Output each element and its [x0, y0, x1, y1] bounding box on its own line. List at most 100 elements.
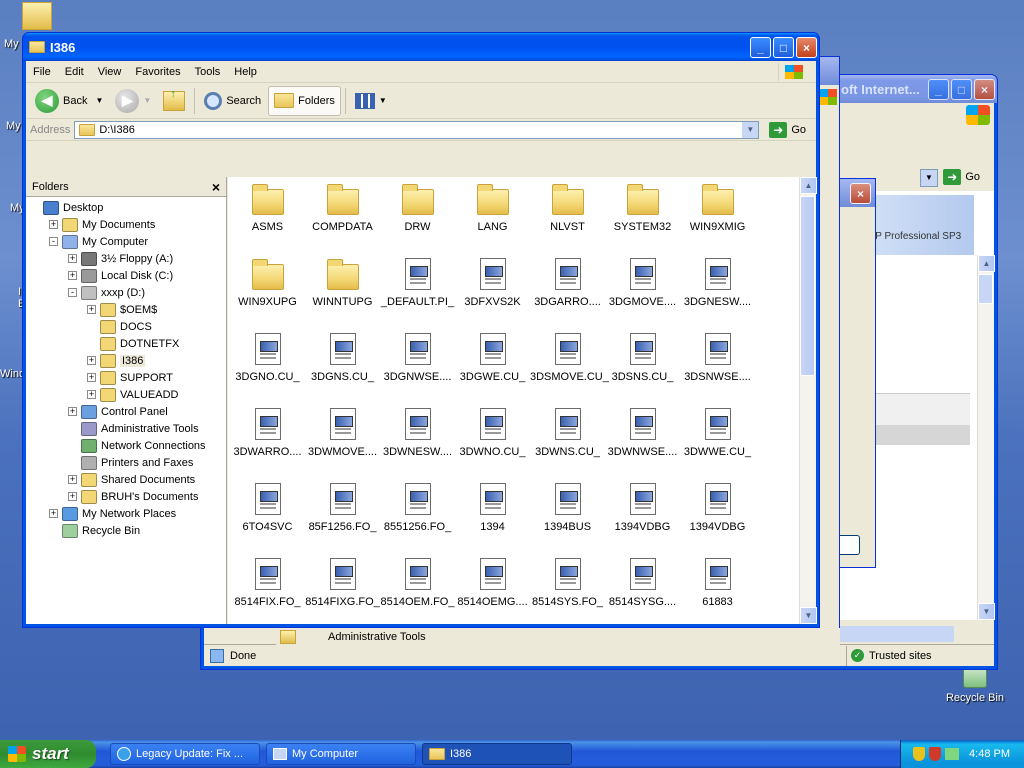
tree-item[interactable]: - xxxp (D:) [26, 284, 226, 301]
tree-item[interactable]: - My Computer [26, 233, 226, 250]
file-item[interactable]: 3DGMOVE.... [605, 254, 680, 329]
expand-icon[interactable]: + [49, 220, 58, 229]
ie-scroll-thumb[interactable] [978, 274, 993, 304]
file-item[interactable]: 8514OEM.FO_ [380, 554, 455, 627]
file-item[interactable]: 1394BUS [530, 479, 605, 554]
views-button[interactable]: ▼ [350, 86, 392, 116]
folder-item[interactable]: NLVST [530, 179, 605, 254]
ie-vscrollbar[interactable]: ▲ ▼ [977, 255, 995, 620]
file-item[interactable]: 8514SYS.FO_ [530, 554, 605, 627]
ie-scroll-up-button[interactable]: ▲ [978, 255, 995, 272]
folders-pane-close-icon[interactable]: × [212, 179, 220, 195]
file-item[interactable]: 8551256.FO_ [380, 479, 455, 554]
expand-icon[interactable]: + [87, 356, 96, 365]
file-item[interactable]: 3DWMOVE.... [305, 404, 380, 479]
expand-icon[interactable]: + [68, 271, 77, 280]
tree-item[interactable]: + Shared Documents [26, 471, 226, 488]
network-icon[interactable] [945, 748, 960, 760]
tree-item[interactable]: + BRUH's Documents [26, 488, 226, 505]
file-item[interactable]: 8514FIX.FO_ [230, 554, 305, 627]
expand-icon[interactable]: + [68, 492, 77, 501]
go-button[interactable]: ➜ Go [763, 121, 812, 138]
file-item[interactable]: 3DFXVS2K [455, 254, 530, 329]
menu-edit[interactable]: Edit [58, 66, 91, 78]
forward-dropdown-icon[interactable]: ▼ [143, 96, 151, 105]
expand-icon[interactable]: + [68, 475, 77, 484]
file-item[interactable]: 3DGNWSE.... [380, 329, 455, 404]
tree-item[interactable]: Network Connections [26, 437, 226, 454]
scroll-thumb[interactable] [800, 196, 815, 376]
file-item[interactable]: 3DWNS.CU_ [530, 404, 605, 479]
address-dropdown-icon[interactable]: ▼ [742, 121, 759, 138]
file-item[interactable]: 85F1256.FO_ [305, 479, 380, 554]
file-item[interactable]: 6TO4SVC [230, 479, 305, 554]
tree-item[interactable]: +3½ Floppy (A:) [26, 250, 226, 267]
search-button[interactable]: Search [199, 86, 266, 116]
tree-item[interactable]: + My Network Places [26, 505, 226, 522]
expand-icon[interactable]: + [49, 509, 58, 518]
menu-file[interactable]: File [26, 66, 58, 78]
collapse-icon[interactable]: - [68, 288, 77, 297]
ie-hscrollbar[interactable] [840, 626, 954, 642]
file-item[interactable]: 1394VDBG [680, 479, 755, 554]
tree-item[interactable]: + Control Panel [26, 403, 226, 420]
desktop-fragment-1[interactable]: My [4, 38, 19, 50]
start-button[interactable]: start [0, 740, 96, 768]
tree-item[interactable]: + $OEM$ [26, 301, 226, 318]
expand-icon[interactable]: + [87, 305, 96, 314]
dialog-close-button[interactable]: × [850, 183, 871, 204]
folder-item[interactable]: DRW [380, 179, 455, 254]
desktop-fragment-4[interactable]: I [18, 286, 21, 298]
ie-maximize-button[interactable]: □ [951, 79, 972, 100]
scroll-down-button[interactable]: ▼ [800, 607, 817, 624]
tree-item[interactable]: + My Documents [26, 216, 226, 233]
desktop-fragment-2[interactable]: My [6, 120, 21, 132]
address-input[interactable]: D:\I386 ▼ [74, 120, 760, 139]
file-item[interactable]: 8514OEMG.... [455, 554, 530, 627]
desktop-icon-top[interactable] [22, 2, 52, 30]
menu-tools[interactable]: Tools [188, 66, 228, 78]
folders-button[interactable]: Folders [268, 85, 341, 116]
file-item[interactable]: 1394VDBG [605, 479, 680, 554]
task-legacy-update[interactable]: Legacy Update: Fix ... [110, 743, 260, 765]
tree-item[interactable]: + I386 [26, 352, 226, 369]
file-item[interactable]: 3DSMOVE.CU_ [530, 329, 609, 404]
file-item[interactable]: 1394 [455, 479, 530, 554]
folder-item[interactable]: LANG [455, 179, 530, 254]
expand-icon[interactable]: + [68, 407, 77, 416]
file-item[interactable]: 3DSNS.CU_ [605, 329, 680, 404]
ie-close-button[interactable]: × [974, 79, 995, 100]
menu-favorites[interactable]: Favorites [128, 66, 187, 78]
dialog-button[interactable] [840, 535, 860, 555]
tree-item[interactable]: + Local Disk (C:) [26, 267, 226, 284]
file-item[interactable]: _DEFAULT.PI_ [380, 254, 455, 329]
scroll-up-button[interactable]: ▲ [800, 177, 817, 194]
close-button[interactable]: × [796, 37, 817, 58]
tree-item[interactable]: Printers and Faxes [26, 454, 226, 471]
back-dropdown-icon[interactable]: ▼ [95, 96, 103, 105]
menu-view[interactable]: View [91, 66, 129, 78]
tree-item[interactable]: + VALUEADD [26, 386, 226, 403]
minimize-button[interactable]: _ [750, 37, 771, 58]
security-shield-icon[interactable] [913, 747, 926, 761]
file-item[interactable]: 3DGNS.CU_ [305, 329, 380, 404]
expand-icon[interactable]: + [87, 373, 96, 382]
file-item[interactable]: 3DGNESW.... [680, 254, 755, 329]
expand-icon[interactable]: + [87, 390, 96, 399]
file-item[interactable]: 3DGARRO.... [530, 254, 605, 329]
file-view-vscrollbar[interactable]: ▲ ▼ [799, 177, 817, 624]
ie-go-button[interactable]: ➜ Go [937, 169, 986, 185]
folder-item[interactable]: WINNTUPG [305, 254, 380, 329]
folder-item[interactable]: SYSTEM32 [605, 179, 680, 254]
tree-item[interactable]: DOCS [26, 318, 226, 335]
maximize-button[interactable]: □ [773, 37, 794, 58]
file-item[interactable]: 3DWNESW.... [380, 404, 455, 479]
tree-item[interactable]: Desktop [26, 199, 226, 216]
task-i386[interactable]: I386 [422, 743, 572, 765]
security-alert-icon[interactable] [929, 747, 942, 761]
file-item[interactable]: 3DWNWSE.... [605, 404, 680, 479]
clock[interactable]: 4:48 PM [969, 748, 1010, 760]
folder-item[interactable]: ASMS [230, 179, 305, 254]
task-my-computer[interactable]: My Computer [266, 743, 416, 765]
ie-address-dropdown[interactable]: ▼ [920, 169, 938, 187]
